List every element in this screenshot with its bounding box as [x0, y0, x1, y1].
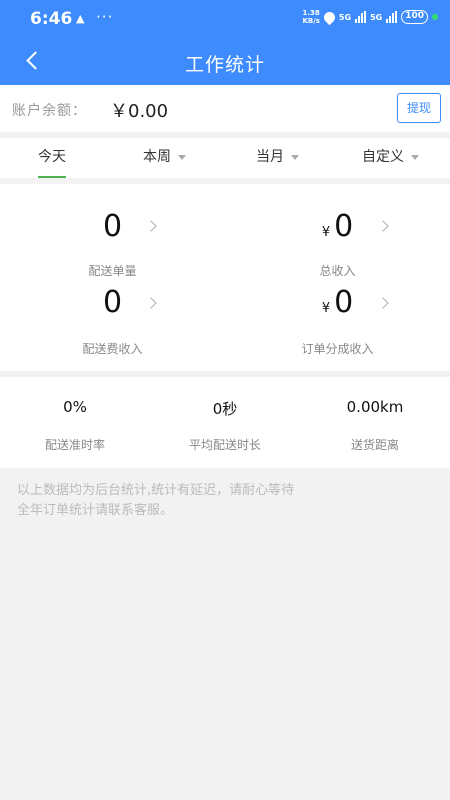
stat-value: ¥0 — [225, 285, 450, 320]
nav-bar: 工作统计 — [0, 38, 450, 85]
info-note: 以上数据均为后台统计,统计有延迟，请耐心等待 全年订单统计请联系客服。 — [17, 481, 417, 521]
page-title: 工作统计 — [184, 54, 265, 76]
balance-bar: 账户余额： ￥0.00 提现 — [0, 85, 450, 132]
tab-custom[interactable]: 自定义 — [362, 138, 419, 178]
tab-this-month[interactable]: 当月 — [256, 138, 299, 178]
stat-number: 0 — [102, 209, 123, 244]
battery-icon: 100 — [401, 10, 428, 24]
stat-number: 0 — [334, 285, 354, 320]
status-right: 1.38 KB/s 5G 5G 100 — [302, 9, 438, 25]
network-speed-unit: KB/s — [302, 17, 320, 25]
signal-icon-2 — [386, 11, 398, 23]
stats-panel: 0 配送单量 ¥0 总收入 0 配送费收入 ¥0 订单分成收入 — [0, 184, 450, 371]
tab-label: 本周 — [143, 149, 171, 165]
signal-icon — [355, 11, 367, 23]
status-bar: 6:46 ▲ ··· 1.38 KB/s 5G 5G 100 — [0, 0, 450, 38]
charging-dot-icon — [432, 14, 438, 20]
status-time: 6:46 — [30, 9, 73, 29]
tab-label: 今天 — [38, 149, 66, 165]
metric-label: 送货距离 — [350, 438, 399, 452]
metric-label: 配送准时率 — [44, 438, 105, 452]
stat-value: 0 — [0, 285, 225, 320]
metric-label: 平均配送时长 — [188, 438, 261, 452]
stat-label: 订单分成收入 — [301, 342, 374, 356]
more-notifications-icon: ··· — [96, 8, 114, 26]
stat-label: 配送费收入 — [82, 342, 143, 356]
tab-today[interactable]: 今天 — [38, 138, 66, 178]
caret-down-icon — [178, 154, 186, 160]
notification-icon: ▲ — [76, 12, 85, 25]
withdraw-button[interactable]: 提现 — [397, 93, 441, 123]
network-speed-value: 1.38 — [302, 9, 320, 17]
balance-amount: ￥0.00 — [110, 101, 169, 122]
metric-value: 0.00km — [346, 398, 404, 416]
metric-value: 0% — [63, 398, 87, 416]
tab-label: 当月 — [256, 149, 284, 165]
currency-symbol: ¥ — [321, 301, 331, 316]
stat-value: ¥0 — [225, 209, 450, 244]
signal-label-1: 5G — [338, 12, 352, 22]
balance-label: 账户余额： — [12, 103, 87, 119]
metrics-panel: 0% 配送准时率 0秒 平均配送时长 0.00km 送货距离 — [0, 377, 450, 468]
stat-label: 配送单量 — [88, 264, 137, 278]
period-tabs: 今天 本周 当月 自定义 — [0, 138, 450, 178]
tab-this-week[interactable]: 本周 — [143, 138, 186, 178]
stat-number: 0 — [334, 209, 354, 244]
caret-down-icon — [291, 154, 299, 160]
stat-value: 0 — [0, 209, 225, 244]
note-line-1: 以上数据均为后台统计,统计有延迟，请耐心等待 — [17, 483, 295, 498]
metric-value: 0秒 — [212, 400, 238, 418]
stat-label: 总收入 — [319, 264, 356, 278]
stat-number: 0 — [102, 285, 123, 320]
note-line-2: 全年订单统计请联系客服。 — [17, 503, 174, 518]
signal-label-2: 5G — [370, 12, 383, 22]
location-icon — [321, 9, 338, 25]
tab-label: 自定义 — [362, 149, 404, 165]
network-speed: 1.38 KB/s — [302, 9, 319, 25]
currency-symbol: ¥ — [321, 225, 331, 240]
app-header: 6:46 ▲ ··· 1.38 KB/s 5G 5G 100 工作统计 — [0, 0, 450, 85]
caret-down-icon — [411, 154, 419, 160]
